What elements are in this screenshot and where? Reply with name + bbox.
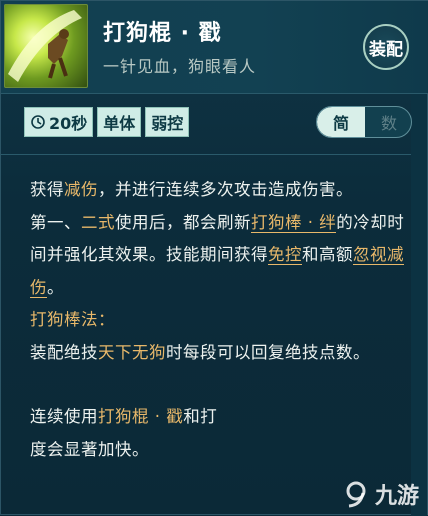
link-dog-staff-trip[interactable]: 打狗棒 · 绊 xyxy=(251,212,337,233)
9you-logo-icon xyxy=(346,481,366,508)
control-tag: 弱控 xyxy=(145,107,190,137)
dog-staff-skill-icon xyxy=(4,4,88,88)
desc-paragraph-3: 装配绝技天下无狗时每段可以回复绝技点数。 xyxy=(30,342,370,362)
desc-paragraph-4-cont: 度会显著加快。 xyxy=(30,439,149,459)
skill-description: 获得减伤，并进行连续多次攻击造成伤害。 第一、二式使用后，都会刷新打狗棒 · 绊… xyxy=(30,174,410,466)
watermark: 九游 xyxy=(341,478,419,510)
target-label: 单体 xyxy=(103,114,136,133)
desc-paragraph-4: 连续使用打狗棍 · 戳和打 xyxy=(30,407,218,426)
divider xyxy=(1,154,411,155)
skill-detail-panel: 打狗棍 · 戳 一针见血，狗眼看人 装配 20秒 单体 弱控 简 数 获得减伤，… xyxy=(0,0,428,516)
target-tag: 单体 xyxy=(97,107,142,137)
cooldown-label: 20秒 xyxy=(49,114,88,133)
toggle-simple[interactable]: 简 xyxy=(317,107,365,137)
equip-button[interactable]: 装配 xyxy=(363,24,409,70)
skill-tags: 20秒 单体 弱控 xyxy=(24,107,190,137)
toggle-numeric[interactable]: 数 xyxy=(365,107,411,137)
skill-subtitle: 一针见血，狗眼看人 xyxy=(103,57,257,76)
skill-header: 打狗棍 · 戳 一针见血，狗眼看人 装配 xyxy=(1,1,428,94)
detail-mode-toggle[interactable]: 简 数 xyxy=(316,106,412,138)
watermark-text: 九游 xyxy=(374,484,419,509)
desc-paragraph-1: 获得减伤，并进行连续多次攻击造成伤害。 xyxy=(30,180,353,199)
desc-paragraph-2: 第一、二式使用后，都会刷新打狗棒 · 绊的冷却时间并强化其效果。技能期间获得免控… xyxy=(30,212,405,298)
skill-title: 打狗棍 · 戳 xyxy=(103,21,222,46)
cooldown-clock-icon xyxy=(31,115,45,129)
link-control-immunity[interactable]: 免控 xyxy=(268,245,302,265)
cooldown-tag: 20秒 xyxy=(24,107,94,137)
section-title: 打狗棒法： xyxy=(30,310,115,329)
control-label: 弱控 xyxy=(151,114,184,133)
